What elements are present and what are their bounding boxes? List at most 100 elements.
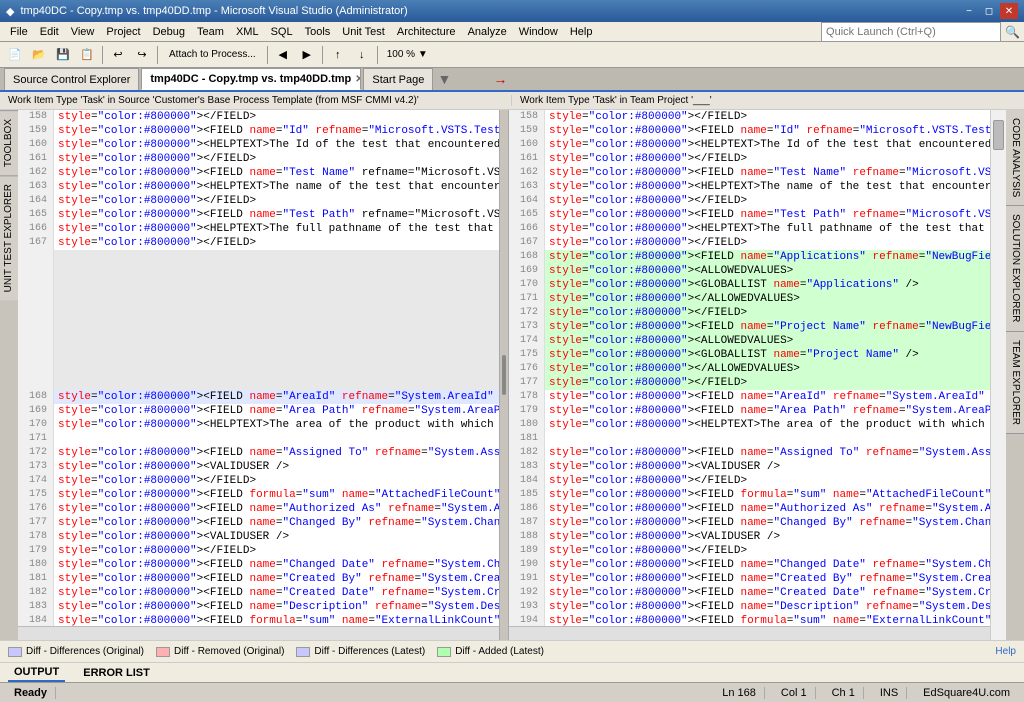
menu-unittest[interactable]: Unit Test [336,24,391,40]
menu-debug[interactable]: Debug [147,24,191,40]
left-code-scroll[interactable]: 158 style="color:#800000"></FIELD>159 st… [18,110,499,626]
error-list-tab[interactable]: ERROR LIST [77,665,156,681]
line-content: style="color:#800000"><FIELD name="Creat… [54,586,499,600]
zoom-dropdown[interactable]: 100 % ▼ [382,44,433,66]
left-hscroll[interactable] [18,626,499,640]
line-content: style="color:#800000"><FIELD name="Chang… [545,516,990,530]
line-content: style="color:#800000"><FIELD name="Descr… [545,600,990,614]
splitter-handle [502,355,506,395]
menu-project[interactable]: Project [100,24,146,40]
team-explorer-tab[interactable]: TEAM EXPLORER [1006,332,1024,434]
menu-analyze[interactable]: Analyze [462,24,513,40]
line-number: 180 [509,418,545,432]
help-link[interactable]: Help [995,646,1016,657]
line-content: style="color:#800000"><ALLOWEDVALUES> [545,334,990,348]
output-tab[interactable]: OUTPUT [8,664,65,682]
quick-launch-input[interactable] [821,22,1001,42]
undo-button[interactable]: ↩ [107,44,129,66]
line-number: 174 [18,474,54,488]
line-number: 176 [509,362,545,376]
menu-edit[interactable]: Edit [34,24,65,40]
right-hscroll[interactable] [509,626,990,640]
line-number: 181 [18,572,54,586]
tab-source-control[interactable]: Source Control Explorer [4,68,139,90]
legend-removed-orig: Diff - Removed (Original) [156,646,284,657]
line-number: 176 [18,502,54,516]
line-content: style="color:#800000"></FIELD> [54,194,499,208]
line-number: 160 [509,138,545,152]
line-content [54,292,499,306]
menu-architecture[interactable]: Architecture [391,24,462,40]
menu-tools[interactable]: Tools [299,24,337,40]
vertical-scrollbar[interactable] [990,110,1006,640]
line-content: style="color:#800000"><FIELD name="Proje… [545,320,990,334]
code-area-wrapper: 158 style="color:#800000"></FIELD>159 st… [18,110,1006,640]
line-number: 171 [509,292,545,306]
right-code-scroll[interactable]: 158 style="color:#800000"></FIELD>159 st… [509,110,990,626]
unit-test-tab[interactable]: UNIT TEST EXPLORER [0,175,18,300]
line-content: style="color:#800000"></FIELD> [545,544,990,558]
toolbar: 📄 📂 💾 📋 ↩ ↪ Attach to Process... ◀ ▶ ↑ ↓… [0,42,1024,68]
vs-icon: ◆ [6,5,14,18]
line-content: style="color:#800000"><FIELD name="Id" r… [54,124,499,138]
tab-add-button[interactable]: ▼ [435,68,453,90]
legend-color-diff-orig [8,647,22,657]
tab-start-page-label: Start Page [372,74,424,86]
line-number: 172 [18,446,54,460]
menu-xml[interactable]: XML [230,24,265,40]
line-number [18,264,54,278]
diff-next-button[interactable]: ↓ [351,44,373,66]
close-button[interactable]: ✕ [1000,3,1018,19]
line-content: style="color:#800000"></FIELD> [545,110,990,124]
open-button[interactable]: 📂 [28,44,50,66]
line-number: 172 [509,306,545,320]
status-ready: Ready [6,687,56,699]
line-number: 187 [509,516,545,530]
nav-back-button[interactable]: ◀ [272,44,294,66]
menu-window[interactable]: Window [513,24,564,40]
save-button[interactable]: 💾 [52,44,74,66]
save-all-button[interactable]: 📋 [76,44,98,66]
line-content: style="color:#800000"><FIELD name="Test … [545,208,990,222]
line-content: style="color:#800000"><FIELD name="Autho… [54,502,499,516]
nav-fwd-button[interactable]: ▶ [296,44,318,66]
solution-explorer-tab[interactable]: SOLUTION EXPLORER [1006,206,1024,331]
legend-added-latest: Diff - Added (Latest) [437,646,544,657]
code-analysis-tab[interactable]: CODE ANALYSIS [1006,110,1024,206]
tab-diff-close[interactable]: ✕ [355,74,361,85]
restore-button[interactable]: ◻ [980,3,998,19]
diff-prev-button[interactable]: ↑ [327,44,349,66]
tab-start-page[interactable]: Start Page [363,68,433,90]
menu-view[interactable]: View [65,24,101,40]
new-file-button[interactable]: 📄 [4,44,26,66]
menu-sql[interactable]: SQL [265,24,299,40]
panel-splitter[interactable] [499,110,509,640]
menu-team[interactable]: Team [191,24,230,40]
line-content: style="color:#800000"><FIELD name="Creat… [545,586,990,600]
line-content: style="color:#800000"><FIELD name="Chang… [54,516,499,530]
left-code-panel: 158 style="color:#800000"></FIELD>159 st… [18,110,499,640]
line-number: 159 [18,124,54,138]
title-bar: ◆ tmp40DC - Copy.tmp vs. tmp40DD.tmp - M… [0,0,1024,22]
menu-help[interactable]: Help [564,24,599,40]
line-content: style="color:#800000"></FIELD> [545,194,990,208]
minimize-button[interactable]: − [960,3,978,19]
legend-label-diff-orig: Diff - Differences (Original) [26,646,144,657]
line-content: style="color:#800000"><FIELD name="AreaI… [54,390,499,404]
line-number: 184 [509,474,545,488]
line-number [18,278,54,292]
toolbox-tab[interactable]: TOOLBOX [0,110,18,175]
line-content: style="color:#800000"><FIELD name="Chang… [54,558,499,572]
attach-button[interactable]: Attach to Process... [162,44,263,66]
menu-file[interactable]: File [4,24,34,40]
line-content: style="color:#800000"><HELPTEXT>The Id o… [545,138,990,152]
tab-diff[interactable]: tmp40DC - Copy.tmp vs. tmp40DD.tmp ✕ ↗ [141,68,361,90]
line-number: 164 [18,194,54,208]
tab-bar: Source Control Explorer tmp40DC - Copy.t… [0,68,1024,92]
toolbar-sep-3 [267,46,268,64]
redo-button[interactable]: ↪ [131,44,153,66]
wi-header: Work Item Type 'Task' in Source 'Custome… [0,92,1024,110]
line-number: 168 [18,390,54,404]
line-content: style="color:#800000"></FIELD> [54,110,499,124]
scroll-thumb[interactable] [993,120,1004,150]
